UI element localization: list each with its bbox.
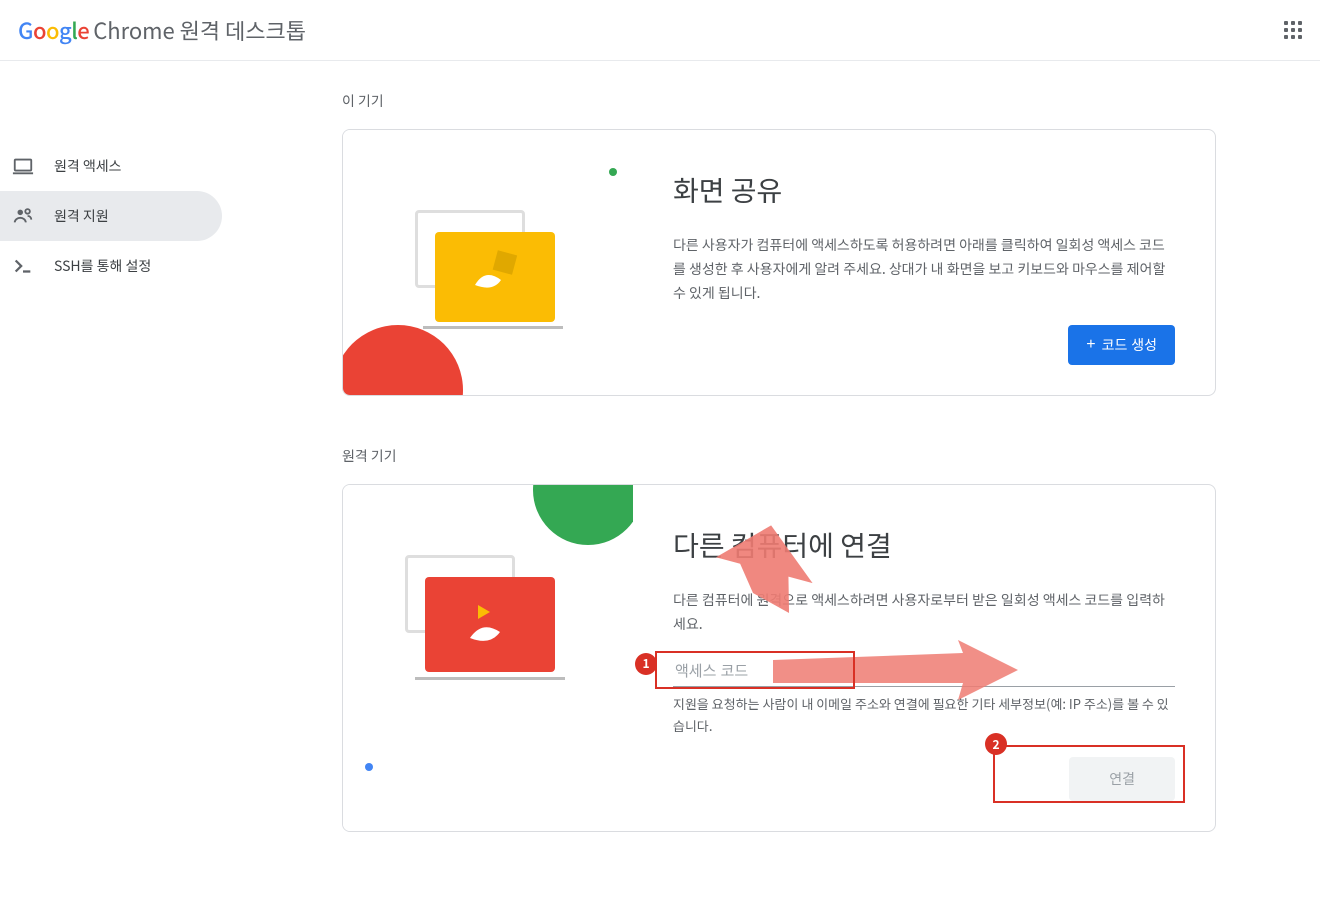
card-share-screen: 화면 공유 다른 사용자가 컴퓨터에 액세스하도록 허용하려면 아래를 클릭하여… xyxy=(342,129,1216,396)
header: Google Chrome 원격 데스크톱 xyxy=(0,0,1320,61)
content: 이 기기 화면 공유 다른 사용자가 컴퓨터에 액세스하도록 허용하려면 아래를… xyxy=(222,61,1272,912)
section-title-this-device: 이 기기 xyxy=(342,91,1216,111)
illustration-share xyxy=(343,130,633,395)
connect-button[interactable]: 연결 xyxy=(1069,757,1175,801)
illustration-connect xyxy=(343,485,633,831)
card-title-connect: 다른 컴퓨터에 연결 xyxy=(673,525,1175,565)
sidebar-item-label: 원격 액세스 xyxy=(54,156,122,176)
logo-area[interactable]: Google Chrome 원격 데스크톱 xyxy=(18,14,306,46)
sidebar-item-ssh[interactable]: SSH를 통해 설정 xyxy=(0,241,222,291)
section-title-remote-device: 원격 기기 xyxy=(342,446,1216,466)
sidebar-item-remote-support[interactable]: 원격 지원 xyxy=(0,191,222,241)
card-desc-connect: 다른 컴퓨터에 원격으로 액세스하려면 사용자로부터 받은 일회성 액세스 코드… xyxy=(673,589,1175,637)
apps-icon[interactable] xyxy=(1284,21,1302,39)
people-icon xyxy=(12,205,34,227)
card-connect: 다른 컴퓨터에 연결 다른 컴퓨터에 원격으로 액세스하려면 사용자로부터 받은… xyxy=(342,484,1216,832)
laptop-icon xyxy=(12,155,34,177)
google-logo: Google xyxy=(18,14,89,46)
sidebar-item-remote-access[interactable]: 원격 액세스 xyxy=(0,141,222,191)
generate-code-button[interactable]: 코드 생성 xyxy=(1068,325,1175,365)
access-code-input[interactable] xyxy=(673,657,1175,687)
sidebar-item-label: SSH를 통해 설정 xyxy=(54,256,151,276)
card-desc-share: 다른 사용자가 컴퓨터에 액세스하도록 허용하려면 아래를 클릭하여 일회성 액… xyxy=(673,234,1175,305)
card-title-share: 화면 공유 xyxy=(673,170,1175,210)
terminal-icon xyxy=(12,255,34,277)
sidebar: 원격 액세스 원격 지원 SSH를 통해 설정 xyxy=(0,61,222,912)
annotation-marker-1: 1 xyxy=(635,653,657,675)
sidebar-item-label: 원격 지원 xyxy=(54,206,109,226)
hint-text: 지원을 요청하는 사람이 내 이메일 주소와 연결에 필요한 기타 세부정보(예… xyxy=(673,693,1175,737)
product-name: Chrome 원격 데스크톱 xyxy=(93,14,306,46)
